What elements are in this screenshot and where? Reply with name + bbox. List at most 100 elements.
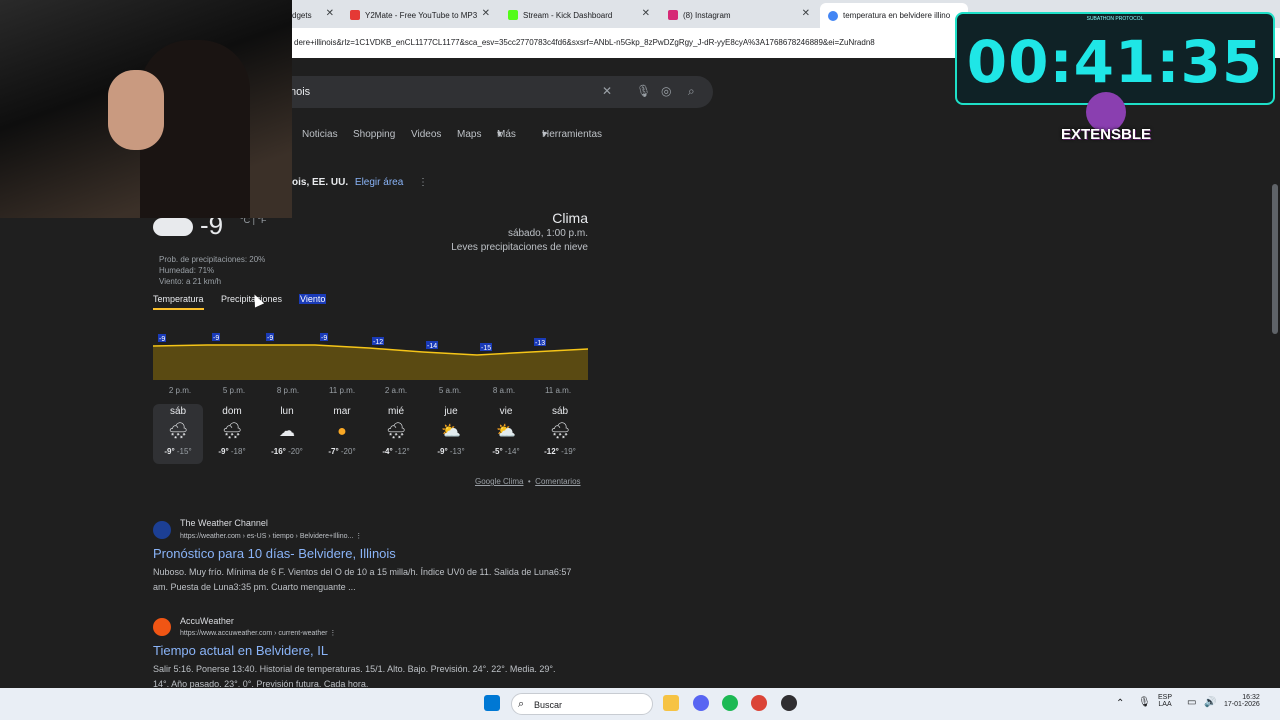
hour-label: 8 a.m.	[492, 386, 516, 395]
forecast-day-jue[interactable]: jue ⛅ -9° -13°	[426, 404, 476, 464]
more-options-icon[interactable]: ⋮	[329, 630, 336, 637]
brand-name: EXTENSBLE	[1060, 126, 1151, 143]
choose-area-link[interactable]: Elegir área	[355, 177, 403, 188]
snow-cloud-icon: 🌨	[549, 423, 571, 440]
search-icon: ⌕	[518, 698, 525, 710]
clear-icon[interactable]: ✕	[602, 84, 612, 98]
wind: Viento: a 21 km/h	[159, 277, 222, 286]
feedback-link[interactable]: Comentarios	[535, 477, 580, 486]
nav-shopping[interactable]: Shopping	[353, 129, 395, 140]
partly-cloudy-icon: ⛅	[496, 423, 516, 440]
microphone-icon[interactable]: 🎙	[1138, 697, 1151, 708]
timer-caption: SUBATHON PROTOCOL	[1086, 16, 1144, 22]
result-snippet: Nuboso. Muy frío. Mínima de 6 F. Vientos…	[153, 567, 572, 592]
hour-label: 11 a.m.	[544, 386, 572, 395]
volume-icon[interactable]: 🔊	[1204, 697, 1216, 708]
forecast-day-mar[interactable]: mar ● -7° -20°	[317, 404, 367, 464]
chrome-icon[interactable]	[751, 695, 767, 711]
chart-label: -13	[535, 340, 545, 347]
instagram-favicon-icon	[668, 10, 678, 20]
more-options-icon[interactable]: ⋮	[418, 177, 428, 188]
weather-datetime: sábado, 1:00 p.m.	[507, 228, 588, 239]
search-icon[interactable]: ⌕	[688, 84, 695, 99]
forecast-day-lun[interactable]: lun ☁ -16° -20°	[262, 404, 312, 464]
forecast-day-sab2[interactable]: sáb 🌨 -12° -19°	[535, 404, 585, 464]
hour-label: 8 p.m.	[276, 386, 300, 395]
result-site: The Weather Channel	[180, 518, 268, 528]
discord-icon[interactable]	[693, 695, 709, 711]
taskbar-search[interactable]: ⌕ Buscar	[511, 693, 653, 715]
tab-viento[interactable]: Viento	[299, 294, 327, 304]
chart-label: -9	[321, 335, 327, 342]
camera-icon[interactable]: ◎	[661, 84, 671, 98]
tab-instagram[interactable]: (8) Instagram ✕	[668, 5, 810, 25]
language-indicator[interactable]: ESP LAA	[1158, 694, 1172, 708]
result-url[interactable]: https://www.accuweather.com › current-we…	[180, 629, 336, 637]
weather-channel-favicon-icon	[153, 521, 171, 539]
search-query[interactable]: nois	[290, 86, 310, 98]
forecast-day-mie[interactable]: mié 🌨 -4° -12°	[371, 404, 421, 464]
result-snippet: Salir 5:16. Ponerse 13:40. Historial de …	[153, 664, 556, 688]
sun-icon: ●	[337, 423, 347, 440]
humidity: Humedad: 71%	[159, 266, 215, 275]
y2mate-favicon-icon	[350, 10, 360, 20]
nav-noticias[interactable]: Noticias	[302, 129, 338, 140]
obs-icon[interactable]	[781, 695, 797, 711]
search-input[interactable]: nois ✕ 🎙 ◎ ⌕	[250, 76, 713, 108]
timer-value: 00:41:35	[966, 28, 1264, 96]
chevron-up-icon[interactable]: ⌃	[1116, 698, 1124, 709]
snow-cloud-icon: 🌨	[167, 423, 189, 440]
nav-herramientas[interactable]: Herramientas ▾	[542, 129, 602, 140]
network-icon[interactable]: ▭	[1187, 697, 1196, 708]
weather-footer: Google Clima • Comentarios	[475, 477, 581, 486]
forecast-day-sab[interactable]: sáb 🌨 -9° -15°	[153, 404, 203, 464]
chart-label: -14	[427, 343, 437, 350]
hour-label: 11 p.m.	[328, 386, 356, 395]
tab-google-search[interactable]: temperatura en belvidere illino	[820, 3, 968, 28]
url-text[interactable]: dere+illinois&rlz=1C1VDKB_enCL1177CL1177…	[294, 38, 875, 47]
weather-title: Clima	[552, 210, 588, 226]
spotify-icon[interactable]	[722, 695, 738, 711]
tab-kick[interactable]: Stream - Kick Dashboard ✕	[508, 5, 650, 25]
forecast-day-vie[interactable]: vie ⛅ -5° -14°	[481, 404, 531, 464]
scrollbar-thumb[interactable]	[1272, 184, 1278, 334]
more-options-icon[interactable]: ⋮	[355, 533, 362, 540]
close-icon[interactable]: ✕	[642, 8, 650, 19]
cloud-icon: ☁	[279, 423, 295, 440]
close-icon[interactable]: ✕	[482, 8, 490, 19]
tab-temperatura[interactable]: Temperatura	[153, 294, 204, 310]
nav-mas[interactable]: Más ▾	[497, 129, 516, 140]
chart-label: -9	[267, 335, 273, 342]
snow-cloud-icon: 🌨	[385, 423, 407, 440]
precip-prob: Prob. de precipitaciones: 20%	[159, 255, 266, 264]
partly-cloudy-icon: ⛅	[441, 423, 461, 440]
nav-videos[interactable]: Videos	[411, 129, 441, 140]
snow-cloud-icon	[153, 218, 193, 236]
temperature-area	[153, 345, 588, 380]
clock[interactable]: 16:32 17-01-2026	[1224, 694, 1260, 708]
tab-widgets[interactable]: dgets ✕	[292, 5, 334, 25]
chart-label: -9	[213, 335, 219, 342]
windows-start-icon[interactable]	[484, 695, 500, 711]
accuweather-favicon-icon	[153, 618, 171, 636]
result-url[interactable]: https://weather.com › es-US › tiempo › B…	[180, 532, 362, 540]
tab-y2mate[interactable]: Y2Mate - Free YouTube to MP3 ✕	[350, 5, 490, 25]
forecast-day-dom[interactable]: dom 🌨 -9° -18°	[207, 404, 257, 464]
snow-cloud-icon: 🌨	[221, 423, 243, 440]
result-site: AccuWeather	[180, 616, 234, 626]
google-clima-link[interactable]: Google Clima	[475, 477, 523, 486]
result-title-link[interactable]: Pronóstico para 10 días- Belvidere, Illi…	[153, 546, 396, 561]
webcam-feed	[0, 0, 292, 218]
hour-label: 2 p.m.	[168, 386, 192, 395]
kick-favicon-icon	[508, 10, 518, 20]
hour-label: 5 a.m.	[438, 386, 462, 395]
google-favicon-icon	[828, 10, 838, 21]
result-title-link[interactable]: Tiempo actual en Belvidere, IL	[153, 643, 328, 658]
nav-maps[interactable]: Maps	[457, 129, 481, 140]
file-explorer-icon[interactable]	[663, 695, 679, 711]
page-scrollbar[interactable]	[1272, 60, 1278, 688]
close-icon[interactable]: ✕	[802, 8, 810, 19]
close-icon[interactable]: ✕	[326, 8, 334, 19]
microphone-icon[interactable]: 🎙	[636, 84, 651, 98]
location-line: ois, EE. UU. Elegir área ⋮	[292, 177, 429, 188]
